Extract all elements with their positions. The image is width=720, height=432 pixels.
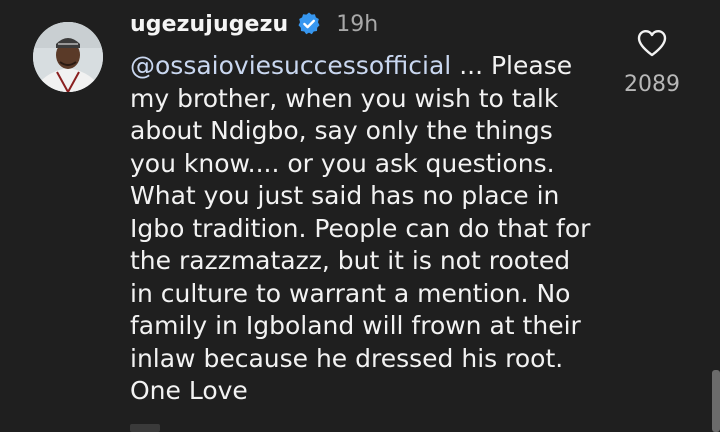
comment-timestamp: 19h xyxy=(336,11,379,37)
comment-line-1-rest: ... Please xyxy=(451,51,573,80)
comment-line: about Ndigbo, say only the things xyxy=(130,116,553,145)
comment-line: inlaw because he dressed his root. xyxy=(130,343,564,373)
comment-line-1: @ossaioviesuccessofficial ... Please xyxy=(130,50,600,83)
comment-line: my brother, when you wish to talk xyxy=(130,83,559,113)
username-link[interactable]: ugezujugezu xyxy=(130,12,288,37)
next-comment-preview xyxy=(130,424,160,432)
mention-link[interactable]: @ossaioviesuccessofficial xyxy=(130,51,451,80)
comment-text: @ossaioviesuccessofficial ... Please my … xyxy=(130,50,600,408)
comment-line: family in Igboland will frown at their xyxy=(130,311,581,340)
heart-outline-icon[interactable] xyxy=(636,28,668,58)
comment-line: Igbo tradition. People can do that for xyxy=(130,213,591,243)
comment-item: ugezujugezu 19h @ossaioviesuccessofficia… xyxy=(0,0,720,432)
comment-line: What you just said has no place in xyxy=(130,181,560,210)
verified-badge-icon xyxy=(298,12,320,35)
comment-header: ugezujugezu 19h xyxy=(130,8,378,40)
avatar[interactable] xyxy=(33,22,103,92)
like-section: 2089 xyxy=(622,28,682,97)
comment-line: in culture to warrant a mention. No xyxy=(130,278,571,308)
scrollbar-thumb[interactable] xyxy=(712,370,720,432)
avatar-image xyxy=(33,22,103,92)
comment-line: you know.... or you ask questions. xyxy=(130,148,555,178)
comment-line: One Love xyxy=(130,376,248,405)
like-count: 2089 xyxy=(624,72,680,97)
comment-line: the razzmatazz, but it is not rooted xyxy=(130,246,571,275)
